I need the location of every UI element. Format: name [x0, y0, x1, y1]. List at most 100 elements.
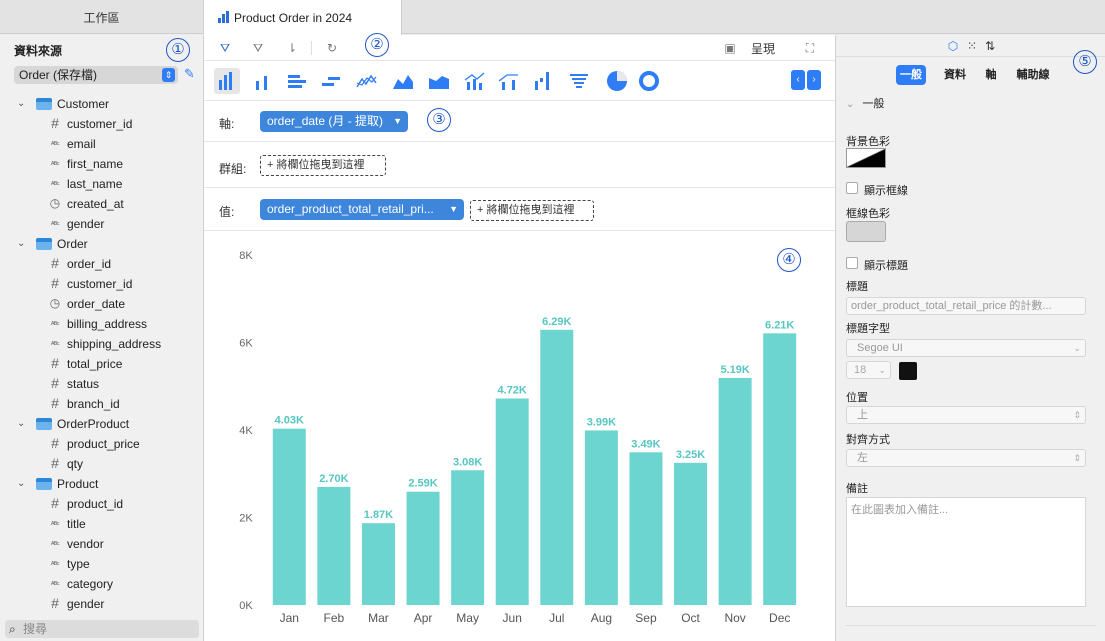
- chevron-left-icon[interactable]: ‹: [791, 70, 805, 90]
- border-color-swatch[interactable]: [846, 221, 886, 242]
- tree-field[interactable]: # branch_id: [0, 394, 204, 414]
- data-label: 2.70K: [319, 473, 348, 485]
- group-shelf: 群組: + 將欄位拖曳到這裡: [204, 145, 835, 188]
- tree-field[interactable]: ᴬᴮᶜ first_name: [0, 154, 204, 174]
- value-field-pill[interactable]: order_product_total_retail_pri... ▼: [260, 199, 464, 220]
- chevron-down-icon[interactable]: ⌄: [17, 98, 25, 109]
- tree-field[interactable]: # customer_id: [0, 274, 204, 294]
- tab-guides[interactable]: 輔助線: [1013, 65, 1053, 85]
- show-border-checkbox[interactable]: [846, 182, 858, 194]
- string-type-icon: ᴬᴮᶜ: [50, 140, 60, 149]
- title-font-select[interactable]: Segoe UI ⌄: [846, 339, 1086, 357]
- tree-field[interactable]: # product_id: [0, 494, 204, 514]
- chart-type-waterfall[interactable]: [530, 68, 556, 94]
- tree-field[interactable]: ᴬᴮᶜ billing_address: [0, 314, 204, 334]
- bar-may: [451, 470, 485, 605]
- fullscreen-icon[interactable]: ⛶: [801, 39, 819, 57]
- search-placeholder: 搜尋: [23, 622, 48, 636]
- tree-table-product[interactable]: ⌄ Product: [0, 474, 204, 494]
- position-select[interactable]: 上 ⇕: [846, 406, 1086, 424]
- chart-type-stacked-area[interactable]: [426, 68, 452, 94]
- tree-field[interactable]: ᴬᴮᶜ type: [0, 554, 204, 574]
- chevron-down-icon[interactable]: ⌄: [17, 238, 25, 249]
- chevron-right-icon[interactable]: ›: [807, 70, 821, 90]
- bg-color-swatch[interactable]: [846, 148, 886, 168]
- axis-shelf: 軸: order_date (月 - 提取) ▼: [204, 102, 835, 142]
- tree-field[interactable]: # status: [0, 374, 204, 394]
- section-general[interactable]: ⌄ 一般: [846, 95, 884, 111]
- tree-field[interactable]: # gender: [0, 594, 204, 614]
- sync-icon[interactable]: ⇅: [983, 39, 997, 53]
- tree-table-customer[interactable]: ⌄ Customer: [0, 94, 204, 114]
- datasource-select[interactable]: Order (保存檔) ⇕: [14, 66, 178, 84]
- chart-type-grouped-column[interactable]: [250, 68, 276, 94]
- table-name: OrderProduct: [57, 417, 130, 431]
- tab-axis[interactable]: 軸: [981, 65, 1001, 85]
- tree-field[interactable]: ᴬᴮᶜ email: [0, 134, 204, 154]
- tree-field[interactable]: ᴬᴮᶜ gender: [0, 214, 204, 234]
- refresh-icon[interactable]: ↻: [323, 39, 341, 57]
- title-input[interactable]: order_product_total_retail_price 的計數...: [846, 297, 1086, 315]
- tree-field[interactable]: # order_id: [0, 254, 204, 274]
- chart-type-area[interactable]: [390, 68, 416, 94]
- tree-field[interactable]: ◷ created_at: [0, 194, 204, 214]
- cube-icon[interactable]: ⬡: [946, 39, 960, 53]
- field-name: status: [67, 377, 100, 391]
- tree-field[interactable]: ᴬᴮᶜ title: [0, 514, 204, 534]
- string-type-icon: ᴬᴮᶜ: [50, 340, 60, 349]
- sort-icon[interactable]: ⇂: [283, 39, 301, 57]
- layout-icon[interactable]: ⁙: [965, 39, 979, 53]
- search-field[interactable]: ⌕ 搜尋: [5, 620, 199, 638]
- chevron-down-icon[interactable]: ⌄: [17, 478, 25, 489]
- filter-value-icon[interactable]: ⛛: [249, 39, 267, 57]
- tree-table-order[interactable]: ⌄ Order: [0, 234, 204, 254]
- group-drop-zone[interactable]: + 將欄位拖曳到這裡: [260, 155, 386, 176]
- chart-type-pie[interactable]: [604, 68, 630, 94]
- chevron-down-icon[interactable]: ⌄: [17, 418, 25, 429]
- tab-data[interactable]: 資料: [940, 65, 970, 85]
- tree-field[interactable]: ᴬᴮᶜ shipping_address: [0, 334, 204, 354]
- tree-field[interactable]: ᴬᴮᶜ category: [0, 574, 204, 594]
- filter-icon[interactable]: ⛛: [216, 39, 234, 57]
- hash-icon: #: [51, 355, 59, 371]
- tab-general[interactable]: 一般: [896, 65, 926, 85]
- field-name: customer_id: [67, 117, 133, 131]
- chart-type-bar[interactable]: [284, 68, 310, 94]
- tree-table-orderproduct[interactable]: ⌄ OrderProduct: [0, 414, 204, 434]
- chart-type-combo[interactable]: [462, 68, 488, 94]
- stacked-bar-icon: [322, 77, 340, 86]
- chart-type-line[interactable]: [354, 68, 380, 94]
- tree-field[interactable]: ᴬᴮᶜ vendor: [0, 534, 204, 554]
- tree-field[interactable]: # qty: [0, 454, 204, 474]
- tab-product-order[interactable]: Product Order in 2024: [204, 0, 402, 35]
- chart-type-column[interactable]: [214, 68, 240, 94]
- tab-workspace[interactable]: 工作區: [0, 0, 204, 34]
- title-color-swatch[interactable]: [899, 362, 917, 380]
- tree-field[interactable]: # customer_id: [0, 114, 204, 134]
- tree-field[interactable]: # product_price: [0, 434, 204, 454]
- hash-icon: #: [51, 435, 59, 451]
- present-icon[interactable]: ▣: [721, 39, 739, 57]
- value-drop-zone[interactable]: + 將欄位拖曳到這裡: [470, 200, 594, 221]
- waterfall-icon: [535, 72, 549, 90]
- pencil-icon[interactable]: ✎: [184, 67, 198, 81]
- datasource-title: 資料來源: [14, 44, 63, 58]
- chart-type-combo-line[interactable]: [496, 68, 522, 94]
- chart-type-funnel[interactable]: [566, 68, 592, 94]
- align-select[interactable]: 左 ⇕: [846, 449, 1086, 467]
- tree-field[interactable]: # total_price: [0, 354, 204, 374]
- tree-field[interactable]: ᴬᴮᶜ last_name: [0, 174, 204, 194]
- string-type-icon: ᴬᴮᶜ: [50, 320, 60, 329]
- stacked-area-icon: [429, 76, 449, 89]
- tree-field[interactable]: ᴬᴮᶜsku: [0, 614, 204, 616]
- properties-tabs: 一般 資料 軸 輔助線: [836, 61, 1105, 87]
- clock-icon: ◷: [49, 196, 61, 210]
- notes-textarea[interactable]: 在此圖表加入備註...: [846, 497, 1086, 607]
- show-title-checkbox[interactable]: [846, 257, 858, 269]
- title-size-select[interactable]: 18 ⌄: [846, 361, 891, 379]
- chart-type-stacked-bar[interactable]: [318, 68, 344, 94]
- bar-chart-icon: [288, 75, 306, 88]
- tree-field[interactable]: ◷ order_date: [0, 294, 204, 314]
- axis-field-pill[interactable]: order_date (月 - 提取) ▼: [260, 111, 408, 132]
- present-button[interactable]: 呈現: [751, 40, 775, 57]
